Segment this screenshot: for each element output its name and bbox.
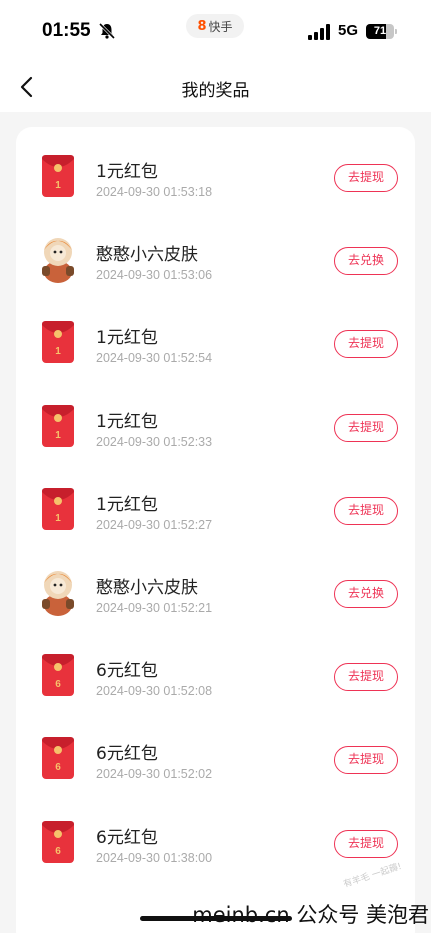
prize-time: 2024-09-30 01:52:02 [96, 767, 213, 782]
prize-name: 憨憨小六皮肤 [96, 578, 198, 598]
prize-time: 2024-09-30 01:38:00 [96, 850, 213, 865]
withdraw-button[interactable]: 去提现 [334, 164, 398, 192]
prize-row: 憨憨小六皮肤 2024-09-30 01:53:06 去兑换 [16, 210, 415, 294]
prize-name: 6元红包 [96, 827, 158, 848]
prize-time: 2024-09-30 01:52:54 [96, 351, 213, 366]
red-envelope-icon: 6 [42, 654, 74, 697]
watermark: meinb.cn 公众号 美泡君 [192, 903, 429, 927]
prize-time: 2024-09-30 01:53:06 [96, 268, 213, 283]
red-envelope-icon: 1 [42, 404, 74, 447]
svg-text:6: 6 [55, 679, 61, 690]
svg-text:6: 6 [55, 762, 61, 773]
prize-row: 6 6元红包 2024-09-30 01:52:02 去提现 [16, 709, 415, 793]
avatar-skin-icon [42, 238, 74, 284]
network-type: 5G [338, 22, 359, 39]
page-title: 我的奖品 [181, 81, 250, 101]
withdraw-button[interactable]: 去提现 [334, 746, 398, 775]
app-name: 快手 [208, 19, 233, 34]
prize-time: 2024-09-30 01:53:18 [96, 185, 213, 199]
prize-name: 1元红包 [96, 411, 158, 432]
prize-row: 1 1元红包 2024-09-30 01:53:18 去提现 [16, 127, 415, 211]
battery-nub [395, 29, 397, 34]
withdraw-button[interactable]: 去提现 [334, 496, 398, 525]
redeem-button[interactable]: 去兑换 [334, 580, 398, 608]
prize-time: 2024-09-30 01:52:27 [96, 517, 213, 532]
red-envelope-icon: 1 [42, 321, 74, 364]
prize-row: 1 1元红包 2024-09-30 01:52:27 去提现 [16, 460, 415, 544]
svg-text:1: 1 [55, 513, 61, 524]
red-envelope-icon: 6 [42, 820, 74, 863]
red-envelope-icon: 1 [42, 487, 74, 530]
app-switch-pill[interactable]: 8 快手 [186, 14, 244, 38]
avatar-skin-icon [42, 571, 74, 616]
withdraw-button[interactable]: 去提现 [334, 330, 398, 359]
svg-text:1: 1 [55, 346, 61, 357]
svg-text:6: 6 [55, 846, 61, 857]
nav-bar: 我的奖品 [0, 62, 431, 112]
prize-time: 2024-09-30 01:52:21 [96, 601, 213, 615]
prize-time: 2024-09-30 01:52:33 [96, 434, 213, 449]
prize-row: 1 1元红包 2024-09-30 01:52:33 去提现 [16, 377, 415, 461]
battery-icon: 71 [366, 24, 394, 39]
svg-text:1: 1 [55, 430, 61, 441]
prize-name: 6元红包 [96, 661, 158, 682]
red-envelope-icon: 6 [42, 737, 74, 780]
bell-off-icon [98, 22, 116, 40]
prize-name: 1元红包 [96, 162, 158, 182]
prize-row: 6 6元红包 2024-09-30 01:38:00 去提现 [16, 793, 415, 877]
prize-name: 1元红包 [96, 328, 158, 349]
status-time: 01:55 [42, 20, 91, 41]
prize-row: 6 6元红包 2024-09-30 01:52:08 去提现 [16, 626, 415, 710]
withdraw-button[interactable]: 去提现 [334, 829, 398, 858]
prize-row: 憨憨小六皮肤 2024-09-30 01:52:21 去兑换 [16, 543, 415, 627]
prize-name: 1元红包 [96, 494, 158, 515]
status-bar: 01:55 8 快手 5G 71 [0, 0, 431, 62]
withdraw-button[interactable]: 去提现 [334, 413, 398, 442]
prize-name: 憨憨小六皮肤 [96, 245, 198, 266]
battery-level: 71 [373, 25, 387, 37]
withdraw-button[interactable]: 去提现 [334, 663, 398, 692]
svg-text:1: 1 [55, 180, 61, 191]
prize-time: 2024-09-30 01:52:08 [96, 684, 213, 699]
signal-icon [308, 24, 330, 40]
prize-name: 6元红包 [96, 744, 158, 765]
prize-list: 1 1元红包 2024-09-30 01:53:18 去提现 憨憨小六皮肤 20… [16, 127, 415, 933]
prize-row: 1 1元红包 2024-09-30 01:52:54 去提现 [16, 293, 415, 377]
kuaishou-logo-icon: 8 [197, 18, 207, 34]
redeem-button[interactable]: 去兑换 [334, 247, 398, 276]
red-envelope-icon: 1 [42, 155, 74, 197]
